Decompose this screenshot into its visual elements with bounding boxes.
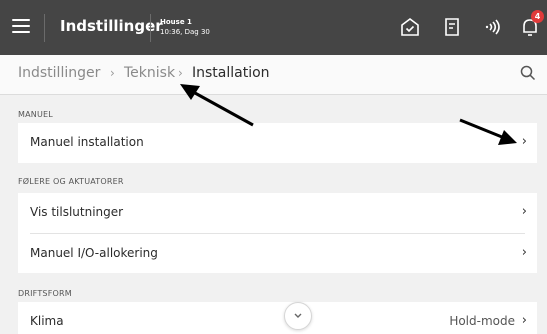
section-label-driftsform: DRIFTSFORM xyxy=(18,289,72,298)
list-item-label: Manuel installation xyxy=(30,135,144,149)
list-item-label: Klima xyxy=(30,314,64,328)
clipboard-icon[interactable] xyxy=(440,15,464,39)
breadcrumb-separator: › xyxy=(110,66,115,80)
list-item-manuel-io-allokering[interactable]: Manuel I/O-allokering › xyxy=(18,234,537,274)
page-title: Indstillinger xyxy=(60,17,163,35)
list-item-value: Hold-mode xyxy=(449,314,515,328)
section-card-folere-og-aktuatorer: Vis tilslutninger › Manuel I/O-allokerin… xyxy=(18,193,537,273)
list-item-manuel-installation[interactable]: Manuel installation › xyxy=(18,123,537,163)
house-info[interactable]: House 1 10:36, Dag 30 xyxy=(160,17,210,37)
section-label-folere-og-aktuatorer: FØLERE OG AKTUATORER xyxy=(18,177,124,186)
header-divider xyxy=(150,14,151,42)
section-card-driftsform: Klima Hold-mode › xyxy=(18,302,537,334)
list-item-label: Manuel I/O-allokering xyxy=(30,246,158,260)
list-item-label: Vis tilslutninger xyxy=(30,205,124,219)
chevron-right-icon: › xyxy=(521,245,527,260)
notification-badge: 4 xyxy=(531,10,544,23)
hamburger-menu-icon[interactable] xyxy=(12,19,34,37)
chevron-right-icon: › xyxy=(521,313,527,328)
section-card-manuel: Manuel installation › xyxy=(18,123,537,163)
breadcrumb-item-indstillinger[interactable]: Indstillinger xyxy=(18,65,100,81)
wireless-signal-icon[interactable] xyxy=(481,15,505,39)
scroll-down-button[interactable] xyxy=(284,302,312,330)
list-item-vis-tilslutninger[interactable]: Vis tilslutninger › xyxy=(18,193,537,233)
breadcrumb: Indstillinger › Teknisk › Installation xyxy=(0,55,547,95)
search-icon[interactable] xyxy=(519,64,537,82)
breadcrumb-item-teknisk[interactable]: Teknisk xyxy=(124,65,175,81)
chevron-down-icon xyxy=(294,313,302,318)
notification-bell-icon[interactable]: 4 xyxy=(518,10,544,39)
breadcrumb-separator: › xyxy=(178,66,183,80)
list-item-klima[interactable]: Klima Hold-mode › xyxy=(18,302,537,334)
house-check-icon[interactable] xyxy=(398,15,422,39)
house-name: House 1 xyxy=(160,18,192,26)
top-bar: Indstillinger House 1 10:36, Dag 30 4 xyxy=(0,0,547,55)
chevron-right-icon: › xyxy=(521,204,527,219)
header-divider xyxy=(44,14,45,42)
house-status: 10:36, Dag 30 xyxy=(160,28,210,36)
chevron-right-icon: › xyxy=(521,134,527,149)
breadcrumb-item-installation: Installation xyxy=(192,65,270,81)
section-label-manuel: MANUEL xyxy=(18,110,53,119)
